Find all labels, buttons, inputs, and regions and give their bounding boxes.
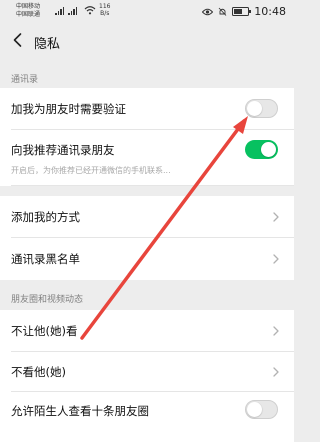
row-friend-verify[interactable]: 加我为朋友时需要验证: [0, 88, 294, 130]
carrier-1: 中国移动: [16, 3, 41, 10]
row-description: 开启后，为你推荐已经开通微信的手机联系...: [11, 166, 171, 175]
section-title: 朋友圈和视频动态: [11, 295, 84, 305]
battery-icon: [232, 7, 252, 16]
row-label: 添加我的方式: [11, 210, 80, 224]
status-bar: 中国移动 中国联通 116 B/s 10:48: [0, 0, 294, 24]
carrier-labels: 中国移动 中国联通: [16, 3, 40, 19]
row-label: 向我推荐通讯录朋友: [11, 143, 115, 157]
row-label: 加我为朋友时需要验证: [11, 102, 126, 116]
row-recommend-contacts[interactable]: 向我推荐通讯录朋友 开启后，为你推荐已经开通微信的手机联系...: [0, 130, 294, 186]
recommend-contacts-toggle[interactable]: [245, 140, 278, 159]
speed-value: 116: [99, 3, 111, 10]
row-label: 不让他(她)看: [11, 324, 78, 338]
speed-unit: B/s: [100, 10, 110, 17]
section-title: 通讯录: [11, 75, 39, 85]
row-hide-from[interactable]: 不让他(她)看: [0, 310, 294, 352]
row-label: 通讯录黑名单: [11, 252, 80, 266]
nav-bar: 隐私: [0, 24, 294, 60]
row-label: 不看他(她): [11, 365, 66, 379]
stranger-moments-toggle[interactable]: [245, 400, 278, 419]
chevron-right-icon: [273, 367, 279, 377]
mute-bell-icon: [218, 7, 227, 16]
friend-verify-toggle[interactable]: [245, 99, 278, 118]
signal-icon: [55, 7, 64, 15]
chevron-left-icon[interactable]: [8, 30, 28, 50]
status-right: 10:48: [202, 5, 286, 18]
eye-icon: [202, 8, 214, 15]
chevron-right-icon: [273, 212, 279, 222]
wifi-icon: [84, 6, 96, 15]
row-add-methods[interactable]: 添加我的方式: [0, 196, 294, 238]
row-dont-see[interactable]: 不看他(她): [0, 352, 294, 392]
signal-icon-2: [68, 7, 77, 15]
row-stranger-moments[interactable]: 允许陌生人查看十条朋友圈: [0, 392, 294, 442]
carrier-2: 中国联通: [16, 11, 41, 18]
section-header-moments: 朋友圈和视频动态: [0, 286, 294, 312]
row-blacklist[interactable]: 通讯录黑名单: [0, 238, 294, 280]
row-label: 允许陌生人查看十条朋友圈: [11, 404, 149, 418]
chevron-right-icon: [273, 326, 279, 336]
page-title: 隐私: [34, 37, 61, 52]
divider: [11, 185, 294, 186]
network-speed: 116 B/s: [99, 3, 110, 17]
clock: 10:48: [254, 5, 286, 18]
chevron-right-icon: [273, 254, 279, 264]
